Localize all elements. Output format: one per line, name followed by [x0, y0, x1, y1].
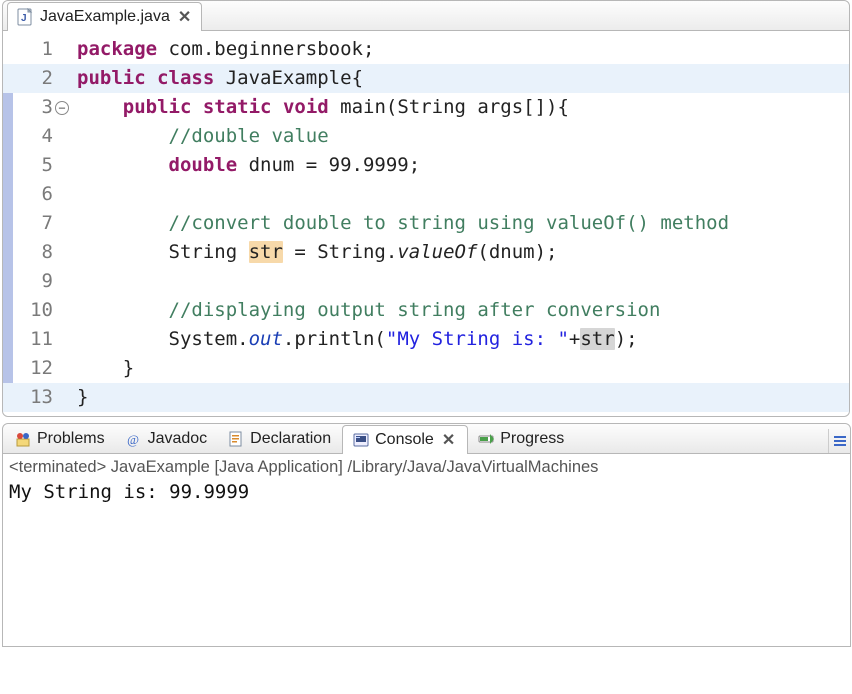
code-line: } — [59, 383, 88, 412]
tab-problems[interactable]: Problems — [5, 424, 116, 453]
problems-icon — [15, 431, 31, 447]
code-editor[interactable]: 1 package com.beginnersbook; 2 public cl… — [3, 31, 849, 416]
toolbar-button[interactable] — [828, 429, 850, 453]
code-line: //double value — [59, 122, 329, 151]
line-number: 3 − — [3, 93, 59, 122]
close-icon[interactable]: ✕ — [440, 430, 457, 450]
progress-icon — [478, 431, 494, 447]
console-status: <terminated> JavaExample [Java Applicati… — [3, 454, 850, 477]
code-line: } — [59, 354, 134, 383]
code-line: double dnum = 99.9999; — [59, 151, 420, 180]
line-number: 13 — [3, 383, 59, 412]
fold-toggle-icon[interactable]: − — [55, 101, 69, 115]
line-number: 12 — [3, 354, 59, 383]
javadoc-icon: @ — [126, 431, 142, 447]
tab-label: Progress — [500, 430, 564, 448]
tab-label: Javadoc — [148, 430, 208, 448]
editor-tab-javaexample[interactable]: J JavaExample.java ✕ — [7, 2, 202, 31]
code-line: package com.beginnersbook; — [59, 35, 374, 64]
line-number: 10 — [3, 296, 59, 325]
line-number: 11 — [3, 325, 59, 354]
tab-label: Problems — [37, 430, 105, 448]
editor-panel: J JavaExample.java ✕ 1 package com.begin… — [2, 0, 850, 417]
tab-javadoc[interactable]: @ Javadoc — [116, 424, 219, 453]
console-output[interactable]: My String is: 99.9999 — [3, 477, 850, 507]
java-file-icon: J — [16, 8, 34, 26]
change-marker — [3, 93, 13, 122]
line-number: 9 — [3, 267, 59, 296]
code-line — [59, 180, 77, 209]
tab-label: Console — [375, 431, 434, 449]
tab-label: Declaration — [250, 430, 331, 448]
tab-declaration[interactable]: Declaration — [218, 424, 342, 453]
code-line: public static void main(String args[]){ — [59, 93, 569, 122]
tab-progress[interactable]: Progress — [468, 424, 575, 453]
code-line: //convert double to string using valueOf… — [59, 209, 729, 238]
bottom-panel: Problems @ Javadoc Declaration — [2, 423, 851, 647]
line-number: 2 — [3, 64, 59, 93]
console-icon — [353, 432, 369, 448]
code-line: //displaying output string after convers… — [59, 296, 660, 325]
svg-text:J: J — [21, 13, 27, 24]
code-line: System.out.println("My String is: "+str)… — [59, 325, 638, 354]
svg-text:@: @ — [127, 432, 139, 447]
line-number: 1 — [3, 35, 59, 64]
code-line: public class JavaExample{ — [59, 64, 363, 93]
declaration-icon — [228, 431, 244, 447]
editor-tab-bar: J JavaExample.java ✕ — [3, 1, 849, 31]
close-icon[interactable]: ✕ — [176, 7, 193, 27]
line-number: 8 — [3, 238, 59, 267]
line-number: 5 — [3, 151, 59, 180]
line-number: 7 — [3, 209, 59, 238]
code-line — [59, 267, 77, 296]
view-menu-icon — [832, 433, 848, 449]
bottom-tab-bar: Problems @ Javadoc Declaration — [3, 424, 850, 454]
editor-tab-label: JavaExample.java — [40, 8, 170, 26]
code-line: String str = String.valueOf(dnum); — [59, 238, 557, 267]
line-number: 6 — [3, 180, 59, 209]
line-number: 4 — [3, 122, 59, 151]
tab-console[interactable]: Console ✕ — [342, 425, 468, 454]
